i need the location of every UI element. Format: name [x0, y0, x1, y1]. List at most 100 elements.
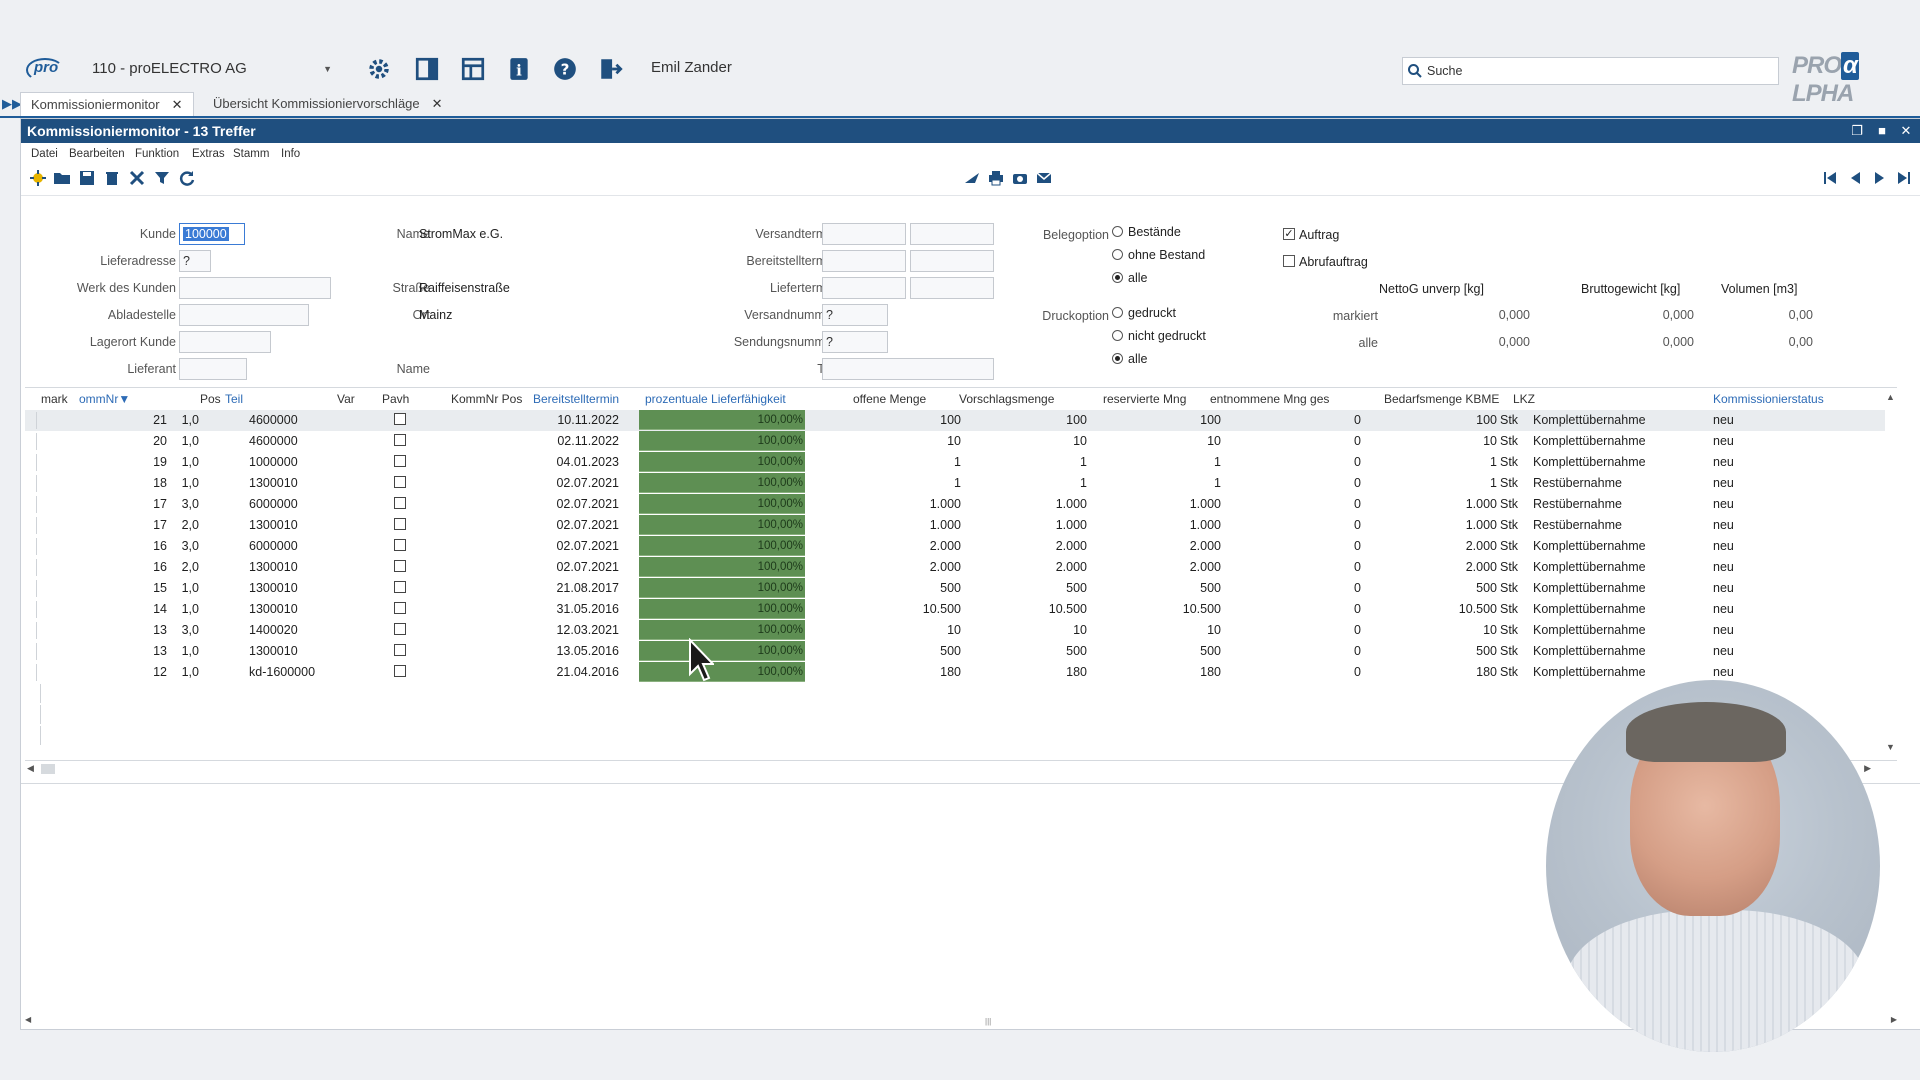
- col-mark[interactable]: mark: [41, 392, 68, 406]
- table-row[interactable]: 12 1,0 kd-1600000 21.04.2016 180 180 180 0 180 St…: [25, 662, 1885, 683]
- fax-icon[interactable]: [1011, 169, 1029, 187]
- pavh-checkbox[interactable]: [394, 413, 406, 425]
- menu-bearbeiten[interactable]: Bearbeiten: [69, 148, 125, 160]
- new-icon[interactable]: [29, 169, 47, 187]
- scroll-down-icon[interactable]: ▼: [1886, 742, 1895, 752]
- menu-datei[interactable]: Datei: [31, 148, 58, 160]
- grid-layout-icon[interactable]: [460, 56, 486, 82]
- pavh-checkbox[interactable]: [394, 581, 406, 593]
- col-lieferfaehigkeit[interactable]: prozentuale Lieferfähigkeit: [645, 392, 786, 406]
- menu-extras[interactable]: Extras: [192, 148, 225, 160]
- delete-icon[interactable]: [103, 169, 121, 187]
- versandtermin-to[interactable]: [910, 223, 994, 245]
- scroll-right-icon[interactable]: ▶: [1864, 763, 1871, 774]
- filter-icon[interactable]: [153, 169, 171, 187]
- row-marker[interactable]: [25, 664, 37, 681]
- table-row[interactable]: 21 1,0 4600000 10.11.2022 100 100 100 0 100 Stk Ko…: [25, 410, 1885, 431]
- table-row[interactable]: 17 2,0 1300010 02.07.2021 1.000 1.000 1.000 0 1.…: [25, 515, 1885, 536]
- row-marker[interactable]: [25, 559, 37, 576]
- save-icon[interactable]: [78, 169, 96, 187]
- pavh-checkbox[interactable]: [394, 602, 406, 614]
- lieferadresse-field[interactable]: ?: [179, 250, 211, 272]
- belegoption-ohne-bestand-radio[interactable]: [1112, 249, 1123, 260]
- table-row[interactable]: 18 1,0 1300010 02.07.2021 1 1 1 0 1 Stk Restüberna…: [25, 473, 1885, 494]
- menu-info[interactable]: Info: [281, 148, 300, 160]
- table-row[interactable]: 13 1,0 1300010 13.05.2016 500 500 500 0 500 Stk Ko…: [25, 641, 1885, 662]
- row-marker[interactable]: [25, 517, 37, 534]
- row-marker[interactable]: [25, 601, 37, 618]
- close-icon[interactable]: ✕: [432, 96, 443, 111]
- col-var[interactable]: Var: [337, 392, 355, 406]
- menu-stamm[interactable]: Stamm: [233, 148, 269, 160]
- maximize-icon[interactable]: ■: [1871, 119, 1893, 143]
- scroll-thumb[interactable]: [41, 764, 55, 774]
- scroll-left-icon[interactable]: ◀: [25, 1015, 31, 1024]
- pavh-checkbox[interactable]: [394, 476, 406, 488]
- kunde-field[interactable]: 100000: [179, 223, 245, 245]
- pro-logo-icon[interactable]: pro: [26, 56, 64, 82]
- vertical-scrollbar[interactable]: ▲ ▼: [1885, 392, 1897, 752]
- mail-icon[interactable]: [1035, 169, 1053, 187]
- druckoption-gedruckt-radio[interactable]: [1112, 307, 1123, 318]
- table-row[interactable]: 15 1,0 1300010 21.08.2017 500 500 500 0 500 Stk Ko…: [25, 578, 1885, 599]
- forward-icon[interactable]: [963, 169, 981, 187]
- panel-layout-icon[interactable]: [414, 56, 440, 82]
- restore-icon[interactable]: ❐: [1846, 119, 1868, 143]
- refresh-icon[interactable]: [178, 169, 196, 187]
- werk-field[interactable]: [179, 277, 331, 299]
- col-kommnr[interactable]: ommNr▼: [79, 392, 130, 406]
- row-marker[interactable]: [25, 475, 37, 492]
- table-row[interactable]: 19 1,0 1000000 04.01.2023 1 1 1 0 1 Stk Komplettüb…: [25, 452, 1885, 473]
- search-input[interactable]: Suche: [1402, 57, 1779, 85]
- row-marker[interactable]: [25, 454, 37, 471]
- druckoption-nicht-gedruckt-radio[interactable]: [1112, 330, 1123, 341]
- pavh-checkbox[interactable]: [394, 623, 406, 635]
- col-kommissionierstatus[interactable]: Kommissionierstatus: [1713, 392, 1824, 406]
- versandnummer-field[interactable]: ?: [822, 304, 888, 326]
- scroll-left-icon[interactable]: ◀: [27, 763, 34, 774]
- tab-kommissioniermonitor[interactable]: Kommissioniermonitor ✕: [20, 92, 194, 116]
- row-marker[interactable]: [25, 538, 37, 555]
- table-row[interactable]: 14 1,0 1300010 31.05.2016 10.500 10.500 10.500…: [25, 599, 1885, 620]
- pavh-checkbox[interactable]: [394, 560, 406, 572]
- table-row[interactable]: 20 1,0 4600000 02.11.2022 10 10 10 0 10 Stk Komple…: [25, 431, 1885, 452]
- menu-funktion[interactable]: Funktion: [135, 148, 179, 160]
- close-icon[interactable]: ✕: [172, 97, 183, 112]
- belegoption-bestaende-radio[interactable]: [1112, 226, 1123, 237]
- liefertermin-to[interactable]: [910, 277, 994, 299]
- pavh-checkbox[interactable]: [394, 665, 406, 677]
- last-record-icon[interactable]: [1895, 169, 1913, 187]
- bereitstelltermin-to[interactable]: [910, 250, 994, 272]
- pavh-checkbox[interactable]: [394, 539, 406, 551]
- gear-icon[interactable]: [366, 56, 392, 82]
- col-bereitstelltermin[interactable]: Bereitstelltermin: [533, 392, 619, 406]
- scroll-up-icon[interactable]: ▲: [1886, 392, 1895, 402]
- close-window-icon[interactable]: ✕: [1895, 119, 1917, 143]
- col-entnommene-mng[interactable]: entnommene Mng ges: [1210, 392, 1329, 406]
- sendungsnummer-field[interactable]: ?: [822, 331, 888, 353]
- pavh-checkbox[interactable]: [394, 497, 406, 509]
- row-marker[interactable]: [25, 433, 37, 450]
- company-select[interactable]: 110 - proELECTRO AG ▼: [92, 58, 332, 80]
- col-reservierte-mng[interactable]: reservierte Mng: [1103, 392, 1186, 406]
- row-marker[interactable]: [25, 643, 37, 660]
- info-icon[interactable]: i: [506, 56, 532, 82]
- pavh-checkbox[interactable]: [394, 518, 406, 530]
- row-marker[interactable]: [25, 496, 37, 513]
- col-offene-menge[interactable]: offene Menge: [853, 392, 926, 406]
- col-lkz[interactable]: LKZ: [1513, 392, 1535, 406]
- lieferant-field[interactable]: [179, 358, 247, 380]
- col-teil[interactable]: Teil: [225, 392, 243, 406]
- logout-icon[interactable]: [598, 56, 624, 82]
- row-marker[interactable]: [25, 622, 37, 639]
- pavh-checkbox[interactable]: [394, 434, 406, 446]
- liefertermin-from[interactable]: [822, 277, 906, 299]
- help-icon[interactable]: ?: [552, 56, 578, 82]
- scroll-right-icon[interactable]: ▶: [1891, 1015, 1897, 1024]
- double-chevron-right-icon[interactable]: ▶▶: [2, 96, 22, 112]
- col-vorschlagsmenge[interactable]: Vorschlagsmenge: [959, 392, 1054, 406]
- versandtermin-from[interactable]: [822, 223, 906, 245]
- col-bedarfsmenge[interactable]: Bedarfsmenge KBME: [1384, 392, 1499, 406]
- pavh-checkbox[interactable]: [394, 644, 406, 656]
- row-marker[interactable]: [25, 412, 37, 429]
